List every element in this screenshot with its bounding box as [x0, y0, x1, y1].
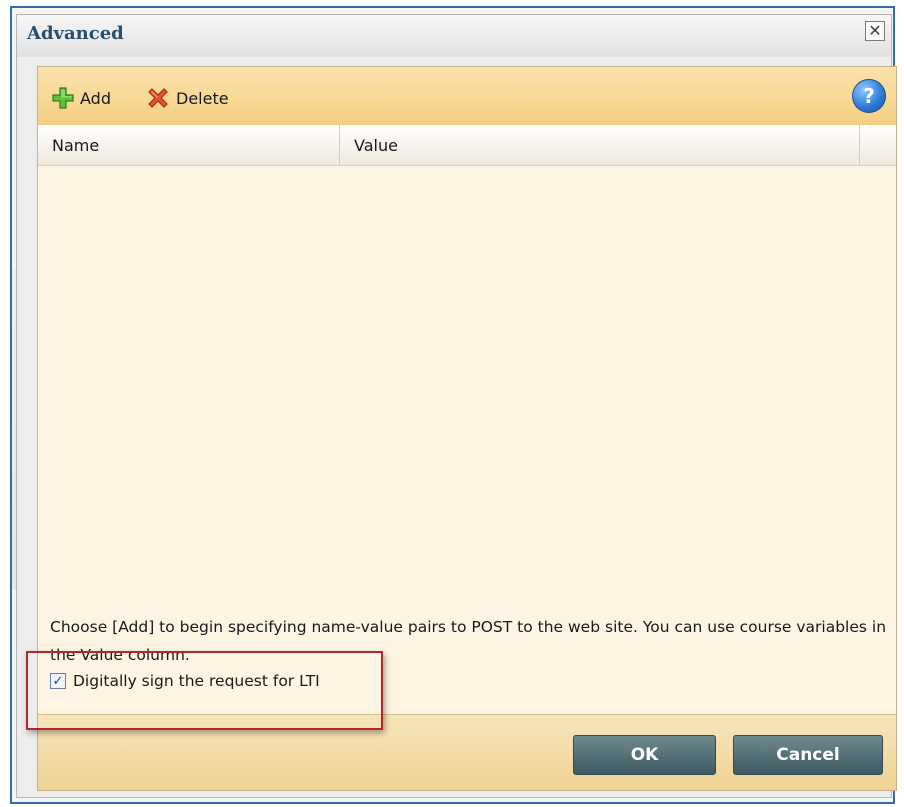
help-icon[interactable]: ?	[852, 79, 886, 113]
dialog-titlebar: Advanced ✕	[17, 15, 891, 57]
add-button[interactable]: Add	[52, 86, 111, 110]
check-icon: ✓	[52, 673, 64, 689]
help-glyph: ?	[863, 84, 875, 108]
column-name-label: Name	[52, 135, 100, 155]
dialog-body: Add Delete ? Name Value Choose [Add] to …	[37, 66, 897, 791]
column-header-spacer	[860, 125, 896, 165]
delete-label: Delete	[176, 88, 229, 108]
plus-icon	[52, 87, 74, 109]
ok-button[interactable]: OK	[573, 735, 716, 775]
advanced-dialog: Advanced ✕ Add Delete ? Name Value Choos…	[16, 14, 897, 798]
x-icon	[148, 88, 168, 108]
grid-header: Name Value	[38, 125, 896, 166]
dialog-footer: OK Cancel	[38, 714, 896, 790]
cancel-button[interactable]: Cancel	[733, 735, 883, 775]
column-header-name[interactable]: Name	[38, 125, 340, 165]
digitally-sign-option[interactable]: ✓ Digitally sign the request for LTI	[50, 672, 320, 690]
add-label: Add	[80, 88, 111, 108]
column-value-label: Value	[354, 135, 398, 155]
toolbar: Add Delete ?	[38, 67, 896, 126]
digitally-sign-checkbox[interactable]: ✓	[50, 673, 66, 689]
dialog-title: Advanced	[27, 23, 124, 44]
delete-button[interactable]: Delete	[146, 86, 229, 110]
close-button[interactable]: ✕	[865, 21, 885, 41]
digitally-sign-label[interactable]: Digitally sign the request for LTI	[73, 672, 320, 690]
name-value-grid[interactable]	[38, 166, 896, 606]
column-header-value[interactable]: Value	[340, 125, 860, 165]
close-icon: ✕	[868, 21, 882, 40]
instructions-text: Choose [Add] to begin specifying name-va…	[50, 618, 887, 664]
